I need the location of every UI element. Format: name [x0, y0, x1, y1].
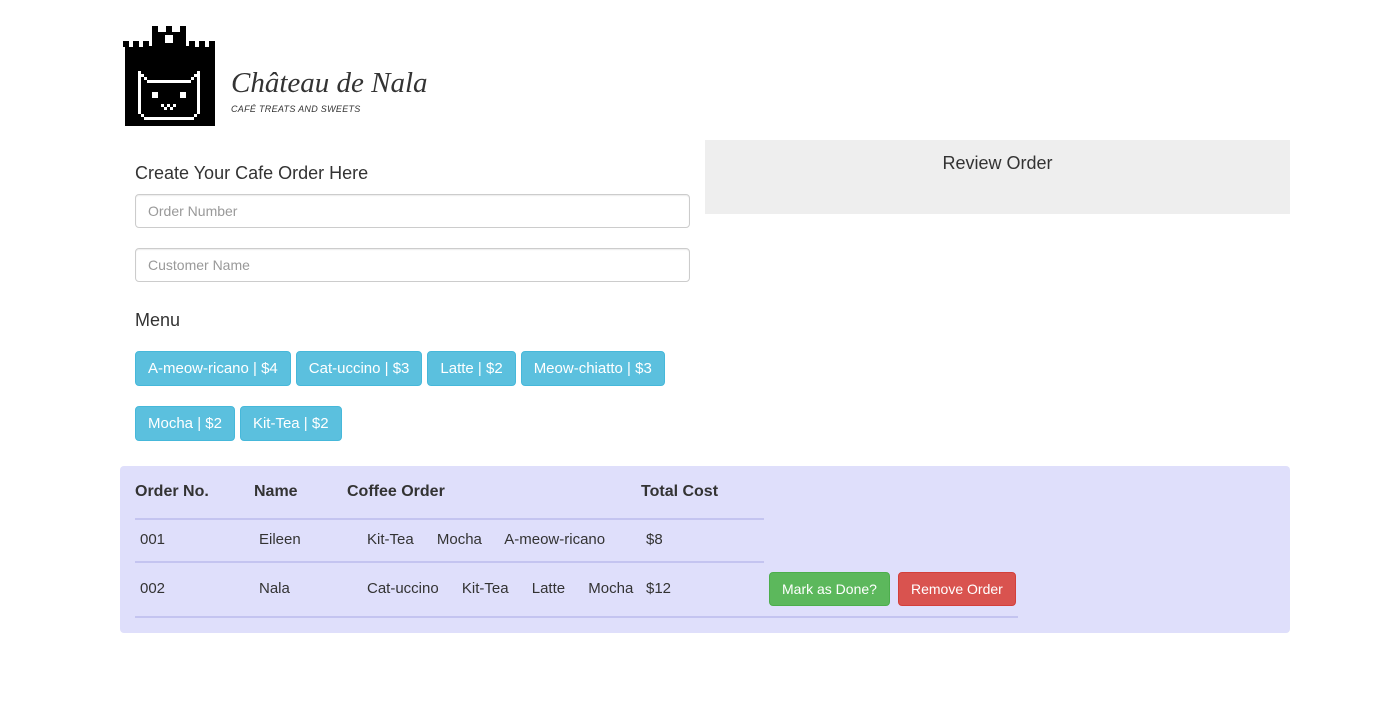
- order-number-cell: 001: [140, 531, 166, 548]
- menu-item-mocha-button[interactable]: Mocha | $2: [135, 406, 235, 441]
- col-header-total-cost: Total Cost: [641, 483, 719, 500]
- customer-name-input[interactable]: [135, 248, 690, 282]
- menu-heading: Menu: [135, 310, 181, 330]
- order-number-cell: 002: [140, 580, 166, 597]
- row-divider: [135, 561, 764, 563]
- order-item: Kit-Tea: [461, 580, 509, 597]
- coffee-order-cell: Kit-Tea Mocha A-meow-ricano: [367, 531, 624, 548]
- col-header-coffee-order: Coffee Order: [347, 483, 445, 500]
- brand-title: Château de Nala: [231, 67, 428, 99]
- review-order-heading: Review Order: [942, 153, 1053, 173]
- mark-as-done-button[interactable]: Mark as Done?: [769, 572, 890, 606]
- review-order-panel: Review Order: [705, 140, 1290, 214]
- order-item: Cat-uccino: [367, 580, 439, 597]
- castle-cat-icon: [123, 26, 215, 126]
- coffee-order-cell: Cat-uccino Kit-Tea Latte Mocha: [367, 580, 652, 597]
- header-divider: [135, 518, 764, 520]
- order-item: Mocha: [436, 531, 482, 548]
- row-divider: [135, 616, 1018, 618]
- total-cost-cell: $8: [646, 531, 663, 548]
- brand-header: Château de Nala CAFÉ TREATS AND SWEETS: [123, 26, 523, 126]
- customer-name-cell: Eileen: [259, 531, 301, 548]
- menu-item-latte-button[interactable]: Latte | $2: [427, 351, 516, 386]
- remove-order-button[interactable]: Remove Order: [898, 572, 1016, 606]
- menu-item-cappuccino-button[interactable]: Cat-uccino | $3: [295, 351, 423, 386]
- orders-table: Order No. Name Coffee Order Total Cost 0…: [120, 466, 1290, 633]
- customer-name-cell: Nala: [259, 580, 290, 597]
- menu-button-group: A-meow-ricano | $4 Cat-uccino | $3 Latte…: [135, 351, 695, 461]
- col-header-order-no: Order No.: [135, 483, 209, 500]
- brand-subtitle: CAFÉ TREATS AND SWEETS: [231, 104, 361, 114]
- create-order-heading: Create Your Cafe Order Here: [135, 163, 369, 183]
- total-cost-cell: $12: [646, 580, 672, 597]
- menu-item-tea-button[interactable]: Kit-Tea | $2: [239, 406, 342, 441]
- col-header-name: Name: [254, 483, 298, 500]
- order-item: A-meow-ricano: [504, 531, 606, 548]
- order-number-input[interactable]: [135, 194, 690, 228]
- menu-item-macchiato-button[interactable]: Meow-chiatto | $3: [520, 351, 665, 386]
- order-item: Latte: [531, 580, 566, 597]
- menu-item-americano-button[interactable]: A-meow-ricano | $4: [135, 351, 291, 386]
- order-item: Kit-Tea: [367, 531, 414, 548]
- order-item: Mocha: [588, 580, 634, 597]
